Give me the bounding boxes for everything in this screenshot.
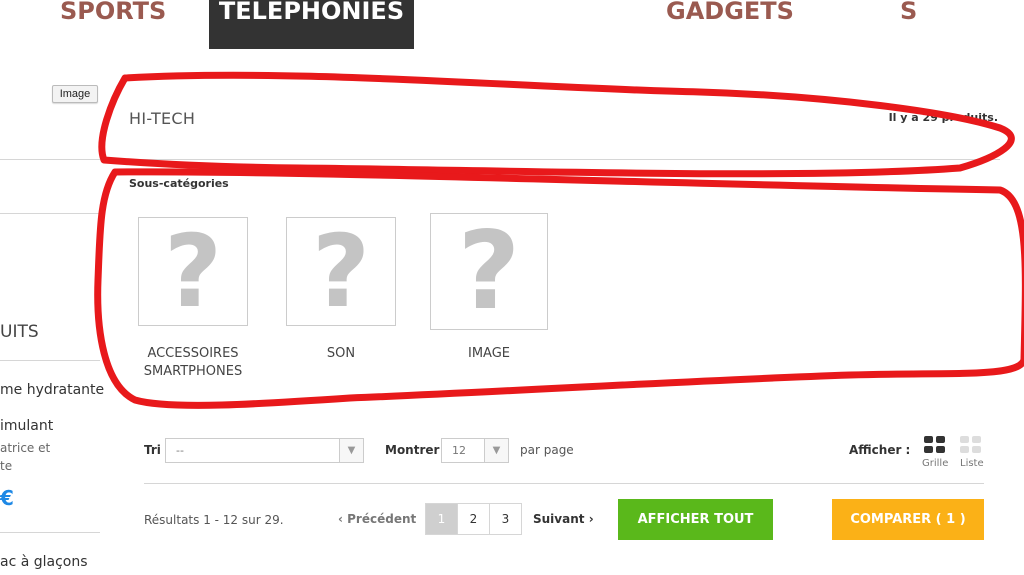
sidebar-product-desc: te: [0, 459, 13, 473]
previous-page-link[interactable]: ‹ Précédent: [338, 512, 416, 526]
next-page-link[interactable]: Suivant ›: [533, 512, 594, 526]
per-page-label: par page: [520, 443, 574, 457]
previous-label: Précédent: [347, 512, 417, 526]
category-title: HI-TECH: [129, 109, 196, 128]
page-button-3[interactable]: 3: [489, 503, 522, 535]
list-view-label[interactable]: Liste: [960, 458, 984, 469]
show-label: Montrer: [385, 443, 440, 457]
page-button-2[interactable]: 2: [457, 503, 490, 535]
subcategory-image-label[interactable]: IMAGE: [424, 345, 554, 363]
sidebar-product-name[interactable]: imulant: [0, 418, 53, 434]
product-count: Il y a 29 produits.: [888, 111, 998, 124]
nav-item-cropped[interactable]: s: [900, 0, 920, 30]
sidebar-divider: [0, 159, 100, 160]
grid-view-label[interactable]: Grille: [922, 458, 948, 469]
nav-item-gadgets[interactable]: GADGETS: [666, 0, 794, 30]
show-count-select[interactable]: 12 ▼: [441, 438, 509, 463]
sort-select[interactable]: -- ▼: [165, 438, 364, 463]
sidebar-divider: [0, 360, 100, 361]
chevron-down-icon: ▼: [484, 439, 508, 462]
sidebar-product-price: €: [0, 486, 14, 510]
view-label: Afficher :: [849, 443, 911, 457]
sidebar-divider: [0, 213, 100, 214]
sidebar-product-name[interactable]: ac à glaçons: [0, 554, 88, 570]
sidebar-product-name[interactable]: me hydratante: [0, 382, 104, 398]
next-label: Suivant: [533, 512, 585, 526]
subcategory-accessoires-thumb[interactable]: ?: [138, 217, 248, 326]
list-view-icon[interactable]: [960, 436, 981, 453]
placeholder-question-icon: ?: [163, 212, 222, 330]
subcategory-son-label[interactable]: SON: [276, 345, 406, 363]
header-divider: [110, 159, 1000, 160]
page-button-1[interactable]: 1: [425, 503, 458, 535]
image-button[interactable]: Image: [52, 85, 98, 103]
chevron-down-icon: ▼: [339, 439, 363, 462]
sort-label: Tri: [144, 443, 161, 457]
sidebar-section-title: UITS: [0, 322, 39, 342]
show-all-button[interactable]: AFFICHER TOUT: [618, 499, 773, 540]
results-summary: Résultats 1 - 12 sur 29.: [144, 513, 284, 527]
sidebar-divider: [0, 532, 100, 533]
sort-select-value: --: [176, 444, 184, 457]
chevron-left-icon: ‹: [338, 512, 343, 526]
nav-item-telephonies[interactable]: TELEPHONIES: [209, 0, 414, 49]
sidebar-product-desc: atrice et: [0, 441, 51, 455]
grid-view-icon[interactable]: [924, 436, 945, 453]
subcategory-image-thumb[interactable]: ?: [430, 213, 548, 330]
placeholder-question-icon: ?: [311, 212, 370, 330]
subcategory-accessoires-label[interactable]: ACCESSOIRES SMARTPHONES: [128, 345, 258, 381]
subcategory-son-thumb[interactable]: ?: [286, 217, 396, 326]
show-count-value: 12: [452, 444, 466, 457]
toolbar-divider: [144, 483, 984, 484]
compare-button[interactable]: COMPARER ( 1 ): [832, 499, 984, 540]
nav-item-sports[interactable]: SPORTS: [60, 0, 166, 30]
chevron-right-icon: ›: [588, 512, 594, 526]
placeholder-question-icon: ?: [457, 208, 521, 334]
subcategories-heading: Sous-catégories: [129, 177, 229, 190]
